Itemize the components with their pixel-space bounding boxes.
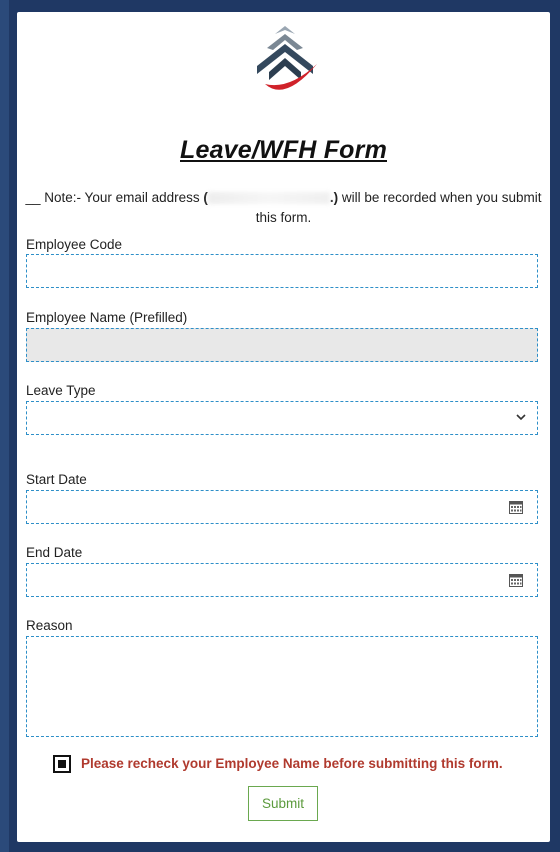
submit-button[interactable]: Submit xyxy=(248,786,318,821)
email-note: __ Note:- Your email address (.) will be… xyxy=(21,188,546,228)
end-date-field[interactable] xyxy=(26,563,538,597)
company-logo xyxy=(257,26,317,90)
form-title: Leave/WFH Form xyxy=(180,136,387,164)
employee-name-field xyxy=(26,328,538,362)
end-date-label: End Date xyxy=(26,545,83,560)
confirm-warning-text: Please recheck your Employee Name before… xyxy=(81,756,503,771)
checkbox-check-mark xyxy=(58,760,66,768)
start-date-field[interactable] xyxy=(26,490,538,524)
calendar-icon[interactable] xyxy=(509,573,523,587)
confirm-row: Please recheck your Employee Name before… xyxy=(53,754,533,776)
note-prefix: __ Note:- Your email address xyxy=(25,190,204,205)
note-email-close: .) xyxy=(329,190,339,205)
reason-label: Reason xyxy=(26,618,73,633)
employee-code-label: Employee Code xyxy=(26,237,123,252)
page-frame-edge xyxy=(0,0,9,852)
leave-type-select[interactable] xyxy=(26,401,538,435)
leave-type-label: Leave Type xyxy=(26,383,96,398)
calendar-icon[interactable] xyxy=(509,500,523,514)
redacted-email xyxy=(207,192,330,205)
confirm-checkbox[interactable] xyxy=(53,755,71,773)
chevron-down-icon xyxy=(516,414,526,421)
form-card: Leave/WFH Form __ Note:- Your email addr… xyxy=(17,12,550,842)
employee-code-field[interactable] xyxy=(26,254,538,288)
reason-textarea[interactable] xyxy=(26,636,538,737)
employee-name-label: Employee Name (Prefilled) xyxy=(26,310,188,325)
start-date-label: Start Date xyxy=(26,472,87,487)
